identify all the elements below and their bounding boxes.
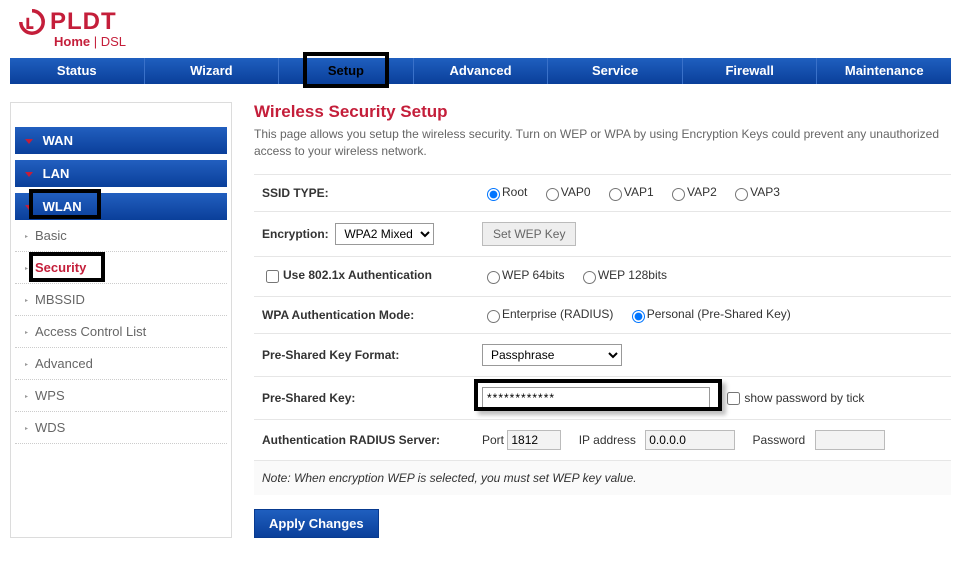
nav-advanced[interactable]: Advanced xyxy=(414,58,549,84)
sidebar-section-wan[interactable]: WAN xyxy=(15,127,227,154)
page-description: This page allows you setup the wireless … xyxy=(254,126,951,160)
wpa-mode-label: WPA Authentication Mode: xyxy=(254,296,474,333)
sidebar-item-wps[interactable]: ▸WPS xyxy=(15,380,227,412)
wep64-radio[interactable] xyxy=(487,271,500,284)
nav-wizard[interactable]: Wizard xyxy=(145,58,280,84)
brand-header: PLDT Home | DSL xyxy=(0,0,961,58)
radius-ip-input[interactable] xyxy=(645,430,735,450)
nav-firewall[interactable]: Firewall xyxy=(683,58,818,84)
radius-ip-label: IP address xyxy=(579,433,636,447)
sidebar-item-acl[interactable]: ▸Access Control List xyxy=(15,316,227,348)
psk-format-label: Pre-Shared Key Format: xyxy=(254,333,474,376)
brand-name: PLDT xyxy=(50,8,117,36)
sidebar: WAN LAN WLAN ▸Basic ▸ Security ▸MBSSID ▸… xyxy=(10,102,232,538)
content-area: Wireless Security Setup This page allows… xyxy=(232,102,951,538)
wpa-enterprise-radio[interactable] xyxy=(487,310,500,323)
sidebar-section-wlan[interactable]: WLAN xyxy=(15,193,227,220)
sidebar-item-wds[interactable]: ▸WDS xyxy=(15,412,227,444)
nav-setup[interactable]: Setup xyxy=(279,58,414,84)
ssid-vap2-radio[interactable] xyxy=(672,188,685,201)
brand-logo: PLDT xyxy=(18,8,961,36)
set-wep-key-button[interactable]: Set WEP Key xyxy=(482,222,576,246)
sidebar-item-mbssid[interactable]: ▸MBSSID xyxy=(15,284,227,316)
nav-service[interactable]: Service xyxy=(548,58,683,84)
ssid-type-options: Root VAP0 VAP1 VAP2 VAP3 xyxy=(474,174,951,211)
ssid-vap3-radio[interactable] xyxy=(735,188,748,201)
radius-pw-label: Password xyxy=(753,433,806,447)
psk-format-select[interactable]: Passphrase xyxy=(482,344,622,366)
ssid-root-radio[interactable] xyxy=(487,188,500,201)
wep128-radio[interactable] xyxy=(583,271,596,284)
psk-label: Pre-Shared Key: xyxy=(254,376,474,419)
chevron-down-icon xyxy=(25,205,33,210)
show-password-checkbox[interactable] xyxy=(727,392,740,405)
page-title: Wireless Security Setup xyxy=(254,102,951,122)
psk-input[interactable] xyxy=(482,387,710,409)
top-nav: Status Wizard Setup Advanced Service Fir… xyxy=(10,58,951,84)
ssid-vap1-radio[interactable] xyxy=(609,188,622,201)
wpa-personal-radio[interactable] xyxy=(632,310,645,323)
chevron-down-icon xyxy=(25,139,33,144)
brand-subtitle: Home | DSL xyxy=(18,34,961,49)
sidebar-item-security[interactable]: ▸ Security xyxy=(15,252,227,284)
encryption-select[interactable]: WPA2 Mixed xyxy=(335,223,434,245)
nav-status[interactable]: Status xyxy=(10,58,145,84)
radius-label: Authentication RADIUS Server: xyxy=(254,419,474,460)
nav-maintenance[interactable]: Maintenance xyxy=(817,58,951,84)
radius-port-label: Port xyxy=(482,433,504,447)
radius-password-input[interactable] xyxy=(815,430,885,450)
wep-note: Note: When encryption WEP is selected, y… xyxy=(254,460,951,495)
pldt-logo-icon xyxy=(18,8,46,36)
encryption-label: Encryption: xyxy=(262,227,329,241)
apply-changes-button[interactable]: Apply Changes xyxy=(254,509,379,538)
use-8021x-checkbox[interactable] xyxy=(266,270,279,283)
radius-port-input[interactable] xyxy=(507,430,561,450)
settings-form: SSID TYPE: Root VAP0 VAP1 VAP2 VAP3 Encr… xyxy=(254,174,951,495)
sidebar-item-advanced[interactable]: ▸Advanced xyxy=(15,348,227,380)
chevron-down-icon xyxy=(25,172,33,177)
ssid-type-label: SSID TYPE: xyxy=(254,174,474,211)
sidebar-item-basic[interactable]: ▸Basic xyxy=(15,220,227,252)
ssid-vap0-radio[interactable] xyxy=(546,188,559,201)
sidebar-section-lan[interactable]: LAN xyxy=(15,160,227,187)
